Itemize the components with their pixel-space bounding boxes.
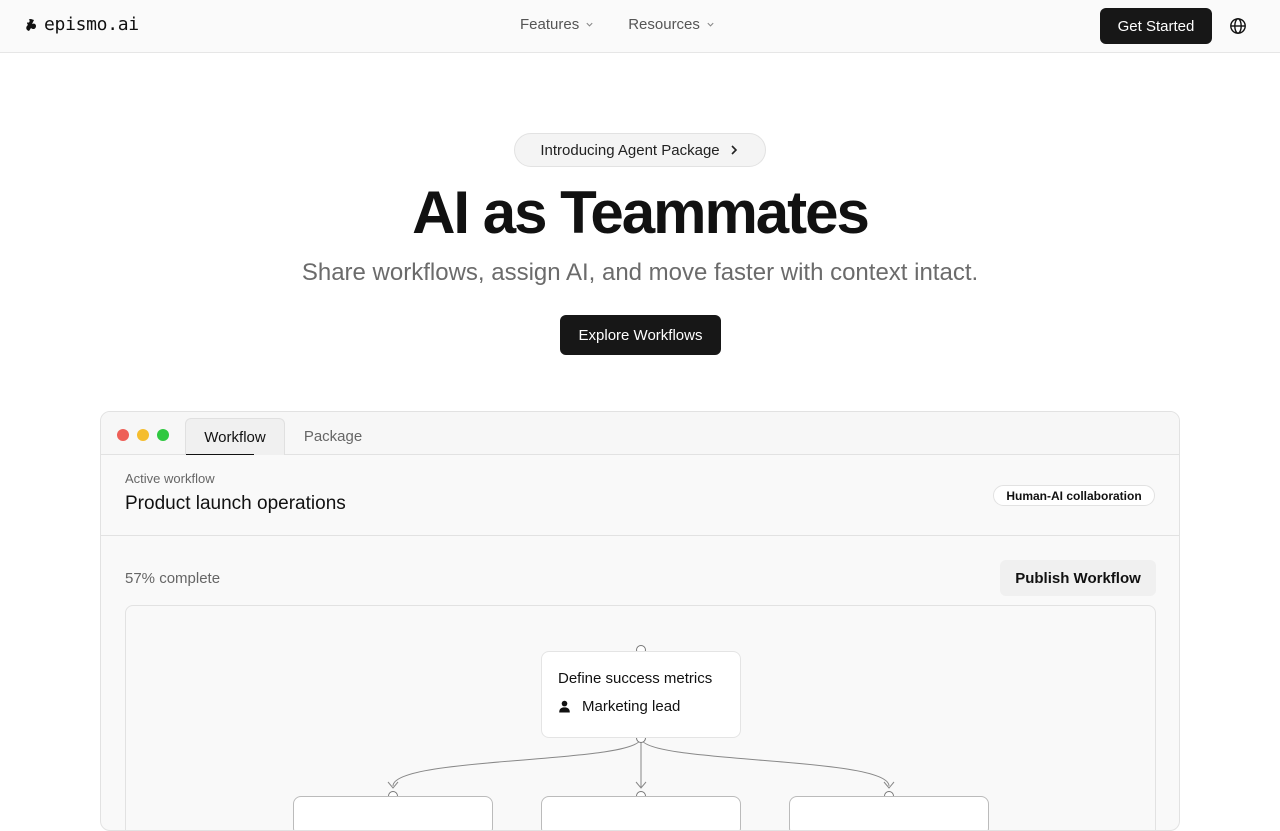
tab-package-label: Package <box>303 428 363 445</box>
window-minimize-dot <box>137 429 149 441</box>
connector-left <box>392 737 642 787</box>
logo[interactable]: epismo.ai <box>24 14 139 35</box>
node-title: Define success metrics <box>558 670 713 687</box>
epismo-logo-icon <box>26 18 36 31</box>
tab-package[interactable]: Package <box>291 418 375 455</box>
workflow-header: Active workflow Product launch operation… <box>101 455 1179 536</box>
nav-features-label: Features <box>520 16 580 33</box>
get-started-button[interactable]: Get Started <box>1100 8 1212 44</box>
app-window: Workflow Package Active workflow Product… <box>100 411 1180 831</box>
nav-resources[interactable]: Resources <box>628 16 715 33</box>
window-close-dot <box>117 429 129 441</box>
window-maximize-dot <box>157 429 169 441</box>
hero-title: AI as Teammates <box>412 179 870 246</box>
hero-subtitle: Share workflows, assign AI, and move fas… <box>301 259 979 286</box>
workflow-canvas[interactable]: Define success metrics Marketing lead <box>125 605 1156 830</box>
user-icon <box>559 700 570 713</box>
chevron-down-icon <box>586 22 593 27</box>
tab-workflow[interactable]: Workflow <box>185 418 285 456</box>
nav-features[interactable]: Features <box>520 16 594 33</box>
publish-workflow-button[interactable]: Publish Workflow <box>1000 560 1156 596</box>
announcement-pill[interactable]: Introducing Agent Package <box>514 133 766 167</box>
chevron-right-icon <box>731 145 737 155</box>
workflow-child-node-center[interactable] <box>541 796 741 830</box>
collaboration-badge: Human-AI collaboration <box>993 485 1155 506</box>
announcement-label: Introducing Agent Package <box>540 141 720 159</box>
workflow-child-node-left[interactable] <box>293 796 493 830</box>
logo-text: epismo.ai <box>44 14 139 35</box>
workflow-node[interactable]: Define success metrics Marketing lead <box>541 651 741 738</box>
node-assignee-label: Marketing lead <box>582 698 681 715</box>
top-navbar: epismo.ai Features Resources Get Started <box>0 0 1280 53</box>
workflow-title: Product launch operations <box>125 493 346 514</box>
nav-resources-label: Resources <box>628 16 700 33</box>
chevron-down-icon <box>707 22 714 27</box>
node-assignee: Marketing lead <box>558 698 680 715</box>
connector-right <box>640 737 890 787</box>
workflow-child-node-right[interactable] <box>789 796 989 830</box>
nav-menu: Features Resources <box>520 16 715 33</box>
globe-icon[interactable] <box>1229 17 1247 35</box>
progress-text: 57% complete <box>125 570 221 587</box>
workflow-kicker: Active workflow <box>125 471 215 486</box>
tab-workflow-label: Workflow <box>204 428 266 446</box>
window-titlebar: Workflow Package <box>101 412 1179 456</box>
explore-workflows-button[interactable]: Explore Workflows <box>560 315 721 355</box>
